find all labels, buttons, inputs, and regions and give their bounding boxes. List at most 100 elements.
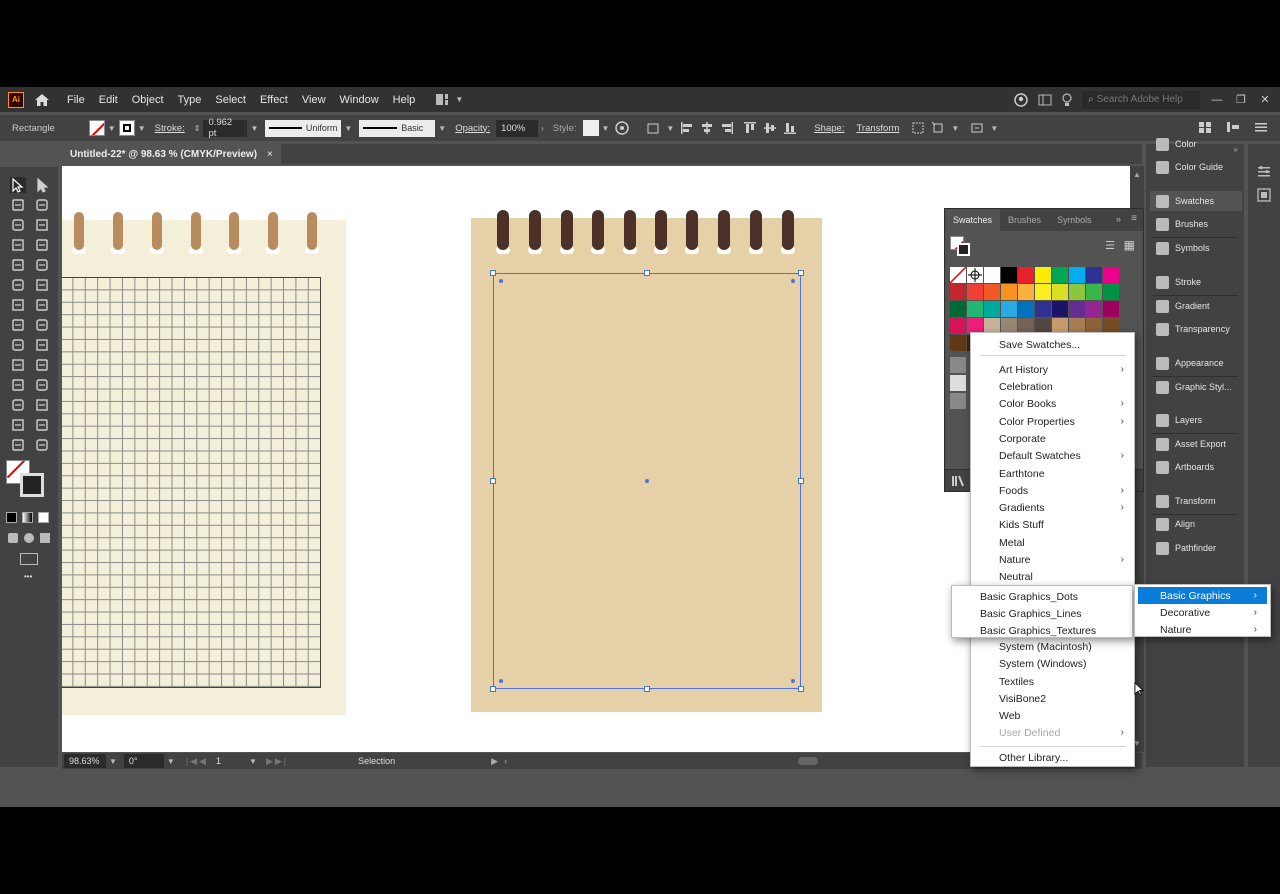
color-swatch[interactable] <box>950 284 966 300</box>
color-swatch[interactable] <box>950 301 966 317</box>
lasso-tool-icon[interactable] <box>34 197 50 213</box>
color-swatch[interactable] <box>984 267 1000 283</box>
panel-align[interactable]: Align <box>1150 514 1242 534</box>
shape-label[interactable]: Shape: <box>808 123 850 134</box>
panel-asset-export[interactable]: Asset Export <box>1150 434 1242 454</box>
shaper-tool-icon[interactable] <box>10 277 26 293</box>
panel-artboards[interactable]: Artboards <box>1150 457 1242 477</box>
symbol-sprayer-tool-icon[interactable] <box>10 397 26 413</box>
library-item-basic-graphics-dots[interactable]: Basic Graphics_Dots <box>952 588 1132 605</box>
more-tools-icon[interactable]: ••• <box>24 572 32 582</box>
color-swatch[interactable] <box>1001 284 1017 300</box>
zoom-tool-icon[interactable] <box>34 437 50 453</box>
panel-symbols[interactable]: Symbols <box>1150 238 1242 258</box>
color-swatch[interactable] <box>1103 301 1119 317</box>
pattern-item-basic-graphics[interactable]: Basic Graphics › <box>1138 587 1267 604</box>
opacity-input[interactable]: 100% <box>496 119 539 137</box>
style-swatch[interactable] <box>582 120 599 136</box>
library-item-other-library[interactable]: Other Library... <box>971 749 1134 766</box>
horizontal-scroll-thumb[interactable] <box>798 757 818 765</box>
library-item-kids-stuff[interactable]: Kids Stuff <box>971 516 1134 533</box>
library-item-system-windows[interactable]: System (Windows) <box>971 655 1134 672</box>
pattern-item-decorative[interactable]: Decorative › <box>1138 604 1267 621</box>
panel-graphic-styl[interactable]: Graphic Styl... <box>1150 377 1242 397</box>
resize-handle[interactable] <box>644 270 650 276</box>
variable-width-profile[interactable]: Uniform <box>265 119 342 137</box>
align-bottom-icon[interactable] <box>783 121 797 135</box>
menu-select[interactable]: Select <box>208 94 253 106</box>
shape-builder-tool-icon[interactable] <box>10 337 26 353</box>
corner-widget[interactable] <box>791 279 795 283</box>
isolate-icon[interactable] <box>911 121 925 135</box>
fill-dropdown[interactable]: ▼ <box>105 124 119 133</box>
column-graph-tool-icon[interactable] <box>34 397 50 413</box>
stroke-stepper[interactable]: ⇕ <box>191 124 204 133</box>
rotation-input[interactable]: 0° <box>123 754 164 768</box>
align-left-icon[interactable] <box>680 121 694 135</box>
close-tab-icon[interactable]: × <box>267 149 273 160</box>
color-swatch[interactable] <box>1052 301 1068 317</box>
color-swatch[interactable] <box>1086 284 1102 300</box>
resize-handle[interactable] <box>490 686 496 692</box>
artboard-number[interactable]: 1 <box>216 756 246 766</box>
rectangle-tool-icon[interactable] <box>10 257 26 273</box>
slice-tool-icon[interactable] <box>34 417 50 433</box>
status-menu-arrow[interactable]: ▶ <box>491 756 498 767</box>
menu-view[interactable]: View <box>295 94 333 106</box>
panel-color-guide[interactable]: Color Guide <box>1150 157 1242 177</box>
eraser-tool-icon[interactable] <box>34 277 50 293</box>
library-item-system-macintosh[interactable]: System (Macintosh) <box>971 638 1134 655</box>
library-item-basic-graphics-lines[interactable]: Basic Graphics_Lines <box>952 605 1132 622</box>
transform-each-icon[interactable] <box>931 121 945 135</box>
library-item-metal[interactable]: Metal <box>971 534 1134 551</box>
resize-handle[interactable] <box>490 270 496 276</box>
tab-swatches[interactable]: Swatches <box>945 209 1001 231</box>
library-item-gradients[interactable]: Gradients › <box>971 499 1134 516</box>
menu-file[interactable]: File <box>60 94 92 106</box>
draw-mode-buttons[interactable] <box>8 533 50 543</box>
selection-tool-icon[interactable] <box>10 177 26 193</box>
color-swatch[interactable] <box>950 318 966 334</box>
corner-widget[interactable] <box>791 679 795 683</box>
color-swatch[interactable] <box>1069 284 1085 300</box>
magic-wand-tool-icon[interactable] <box>10 197 26 213</box>
paintbrush-tool-icon[interactable] <box>34 257 50 273</box>
panel-gradient[interactable]: Gradient <box>1150 296 1242 316</box>
panel-pathfinder[interactable]: Pathfinder <box>1150 538 1242 558</box>
fill-stroke-indicator[interactable] <box>950 236 970 256</box>
resize-handle[interactable] <box>798 686 804 692</box>
workspace-switcher[interactable]: ▼ <box>436 94 466 106</box>
panel-layers[interactable]: Layers <box>1150 410 1242 430</box>
hand-tool-icon[interactable] <box>10 437 26 453</box>
corner-widget[interactable] <box>499 279 503 283</box>
stroke-label[interactable]: Stroke: <box>149 123 191 134</box>
panel-collapse-icon[interactable]: » <box>1116 214 1121 224</box>
color-swatch[interactable] <box>1018 267 1034 283</box>
library-item-neutral[interactable]: Neutral <box>971 568 1134 585</box>
panel-transform[interactable]: Transform <box>1150 491 1242 511</box>
free-transform-tool-icon[interactable] <box>34 317 50 333</box>
panel-color[interactable]: Color <box>1150 134 1242 154</box>
library-item-nature[interactable]: Nature › <box>971 551 1134 568</box>
swatch-group-grays[interactable] <box>950 375 966 391</box>
perspective-grid-tool-icon[interactable] <box>34 337 50 353</box>
color-swatch[interactable] <box>1035 267 1051 283</box>
resize-handle[interactable] <box>798 270 804 276</box>
curvature-tool-icon[interactable] <box>34 217 50 233</box>
color-swatch[interactable] <box>1018 301 1034 317</box>
swatch-libraries-menu-icon[interactable] <box>951 475 965 487</box>
color-swatch[interactable] <box>967 301 983 317</box>
artboard-dropdown[interactable]: ▼ <box>246 757 260 766</box>
style-dropdown[interactable]: ▼ <box>599 124 613 133</box>
more-options-dropdown[interactable]: ▼ <box>987 124 1001 133</box>
color-swatch[interactable] <box>1018 284 1034 300</box>
scroll-left-icon[interactable]: ‹ <box>504 756 507 766</box>
color-swatch[interactable] <box>1086 301 1102 317</box>
panel-swatches[interactable]: Swatches <box>1150 191 1242 211</box>
blend-tool-icon[interactable] <box>34 377 50 393</box>
color-swatch[interactable] <box>967 284 983 300</box>
stroke-swatch[interactable] <box>118 120 135 136</box>
gradient-tool-icon[interactable] <box>34 357 50 373</box>
minimize-button[interactable]: — <box>1210 94 1224 106</box>
color-swatch[interactable] <box>1103 284 1119 300</box>
